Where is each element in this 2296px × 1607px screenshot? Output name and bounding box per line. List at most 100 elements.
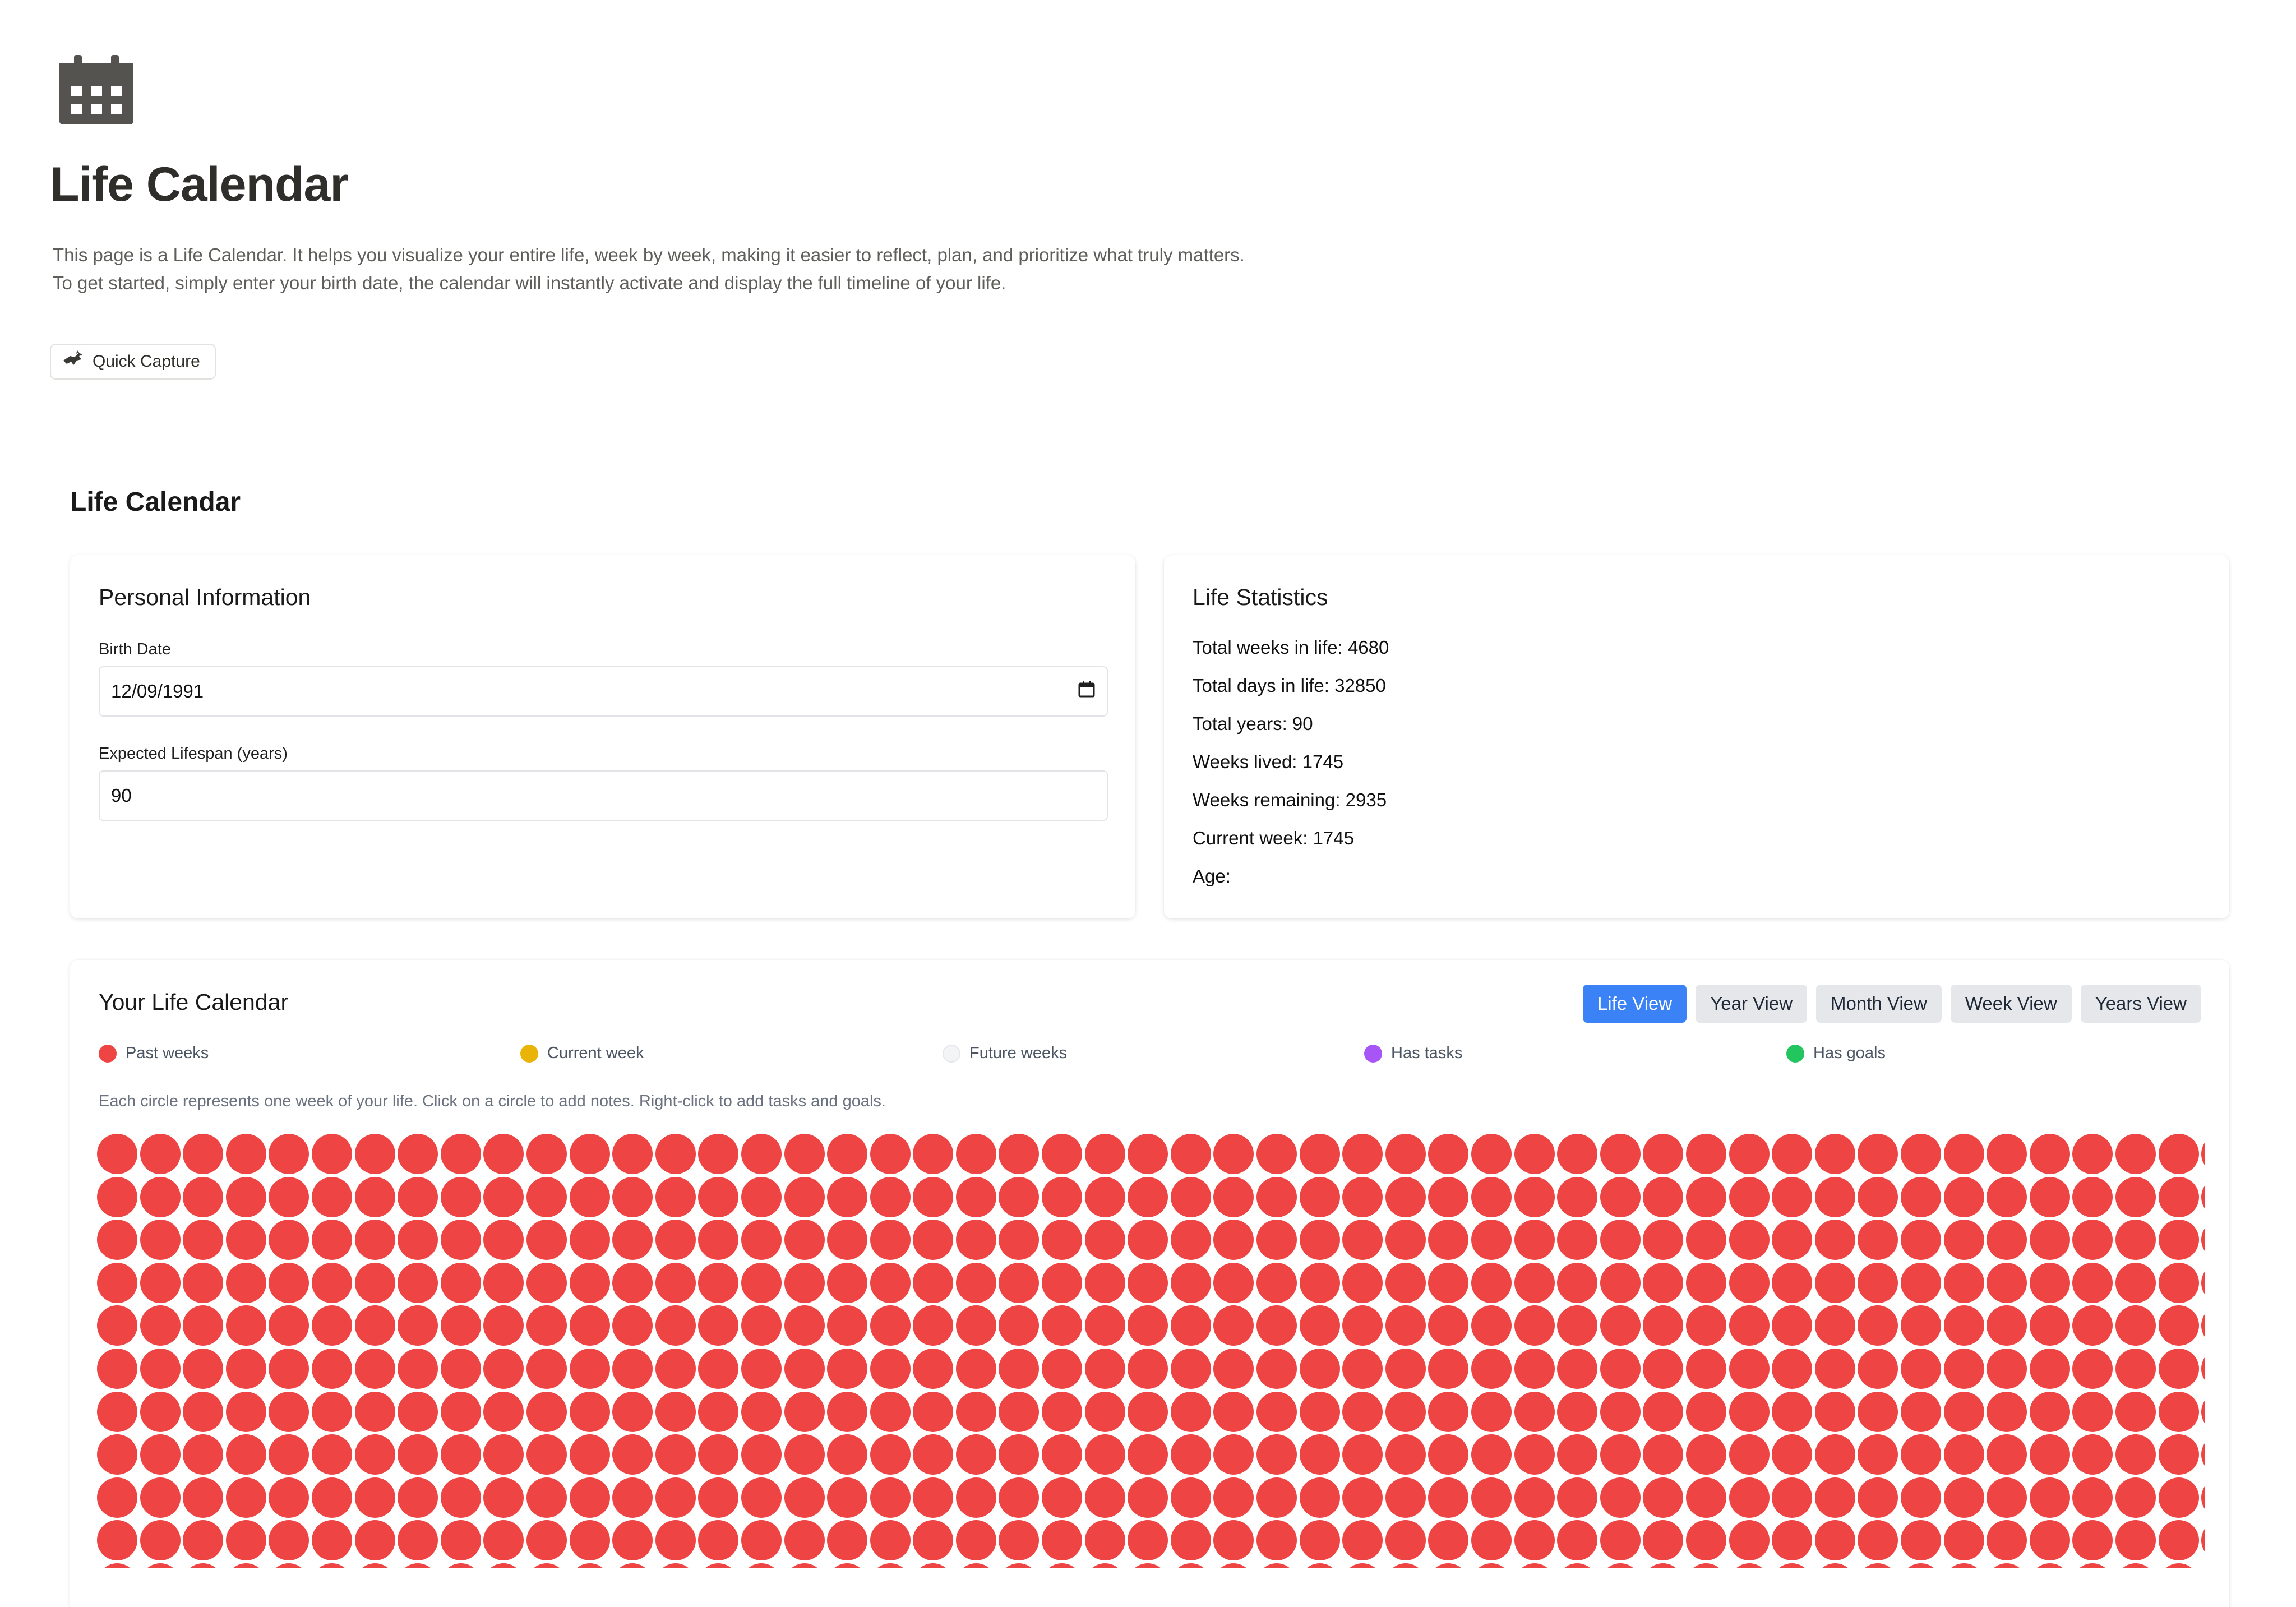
week-circle[interactable] [526, 1176, 567, 1217]
week-circle[interactable] [1514, 1176, 1555, 1217]
week-circle[interactable] [1385, 1134, 1426, 1174]
week-circle[interactable] [1213, 1563, 1254, 1568]
week-circle[interactable] [698, 1176, 739, 1217]
week-circle[interactable] [870, 1262, 911, 1303]
week-circle[interactable] [1170, 1134, 1211, 1174]
week-circle[interactable] [311, 1348, 352, 1389]
week-circle[interactable] [1729, 1434, 1770, 1475]
week-circle[interactable] [1858, 1262, 1898, 1303]
week-circle[interactable] [1557, 1520, 1598, 1561]
week-circle[interactable] [183, 1520, 224, 1561]
week-circle[interactable] [1471, 1391, 1512, 1432]
week-circle[interactable] [1428, 1477, 1469, 1518]
week-circle[interactable] [870, 1220, 911, 1260]
week-circle[interactable] [440, 1176, 481, 1217]
week-circle[interactable] [612, 1520, 653, 1561]
week-circle[interactable] [1685, 1220, 1726, 1260]
week-circle[interactable] [999, 1434, 1040, 1475]
week-circle[interactable] [698, 1520, 739, 1561]
week-circle[interactable] [140, 1262, 181, 1303]
week-circle[interactable] [2158, 1563, 2199, 1568]
week-circle[interactable] [354, 1434, 395, 1475]
week-circle[interactable] [1299, 1305, 1340, 1346]
week-circle[interactable] [440, 1305, 481, 1346]
week-circle[interactable] [999, 1563, 1040, 1568]
week-circle[interactable] [1685, 1134, 1726, 1174]
week-circle[interactable] [1557, 1563, 1598, 1568]
week-circle[interactable] [1685, 1563, 1726, 1568]
week-circle[interactable] [225, 1176, 266, 1217]
week-circle[interactable] [569, 1563, 610, 1568]
week-circle[interactable] [1643, 1134, 1684, 1174]
week-circle[interactable] [2158, 1391, 2199, 1432]
week-circle[interactable] [913, 1305, 954, 1346]
week-circle[interactable] [311, 1434, 352, 1475]
week-circle[interactable] [2029, 1391, 2070, 1432]
week-circle[interactable] [1900, 1434, 1941, 1475]
week-circle[interactable] [698, 1563, 739, 1568]
week-circle[interactable] [354, 1305, 395, 1346]
week-circle[interactable] [655, 1391, 696, 1432]
week-circle[interactable] [1471, 1477, 1512, 1518]
week-circle[interactable] [183, 1563, 224, 1568]
week-circle[interactable] [955, 1305, 996, 1346]
week-circle[interactable] [140, 1477, 181, 1518]
week-circle[interactable] [1342, 1520, 1383, 1561]
week-circle[interactable] [827, 1391, 868, 1432]
week-circle[interactable] [1128, 1305, 1168, 1346]
week-circle[interactable] [140, 1305, 181, 1346]
week-circle[interactable] [1814, 1477, 1855, 1518]
week-circle[interactable] [1643, 1176, 1684, 1217]
week-circle[interactable] [1987, 1134, 2027, 1174]
week-circle[interactable] [311, 1262, 352, 1303]
week-circle[interactable] [1557, 1348, 1598, 1389]
week-circle[interactable] [2158, 1520, 2199, 1561]
week-circle[interactable] [1943, 1305, 1984, 1346]
week-circle[interactable] [1342, 1391, 1383, 1432]
week-circle[interactable] [870, 1348, 911, 1389]
week-circle[interactable] [140, 1176, 181, 1217]
week-circle[interactable] [354, 1220, 395, 1260]
week-circle[interactable] [140, 1391, 181, 1432]
week-circle[interactable] [612, 1134, 653, 1174]
week-circle[interactable] [1858, 1176, 1898, 1217]
week-circle[interactable] [97, 1348, 137, 1389]
week-circle[interactable] [1428, 1305, 1469, 1346]
week-circle[interactable] [1987, 1305, 2027, 1346]
week-circle[interactable] [955, 1391, 996, 1432]
week-circle[interactable] [140, 1220, 181, 1260]
week-circle[interactable] [1084, 1134, 1125, 1174]
week-circle[interactable] [569, 1220, 610, 1260]
week-circle[interactable] [1858, 1220, 1898, 1260]
week-circle[interactable] [655, 1520, 696, 1561]
week-circle[interactable] [913, 1348, 954, 1389]
week-circle[interactable] [1385, 1520, 1426, 1561]
week-circle[interactable] [269, 1305, 309, 1346]
week-circle[interactable] [311, 1305, 352, 1346]
week-circle[interactable] [913, 1220, 954, 1260]
week-circle[interactable] [225, 1262, 266, 1303]
week-circle[interactable] [655, 1477, 696, 1518]
week-circle[interactable] [1299, 1176, 1340, 1217]
week-circle[interactable] [2115, 1520, 2156, 1561]
week-circle[interactable] [1772, 1134, 1813, 1174]
week-circle[interactable] [526, 1220, 567, 1260]
week-circle[interactable] [1600, 1348, 1641, 1389]
week-circle[interactable] [569, 1477, 610, 1518]
week-circle[interactable] [183, 1176, 224, 1217]
week-circle[interactable] [1685, 1305, 1726, 1346]
week-circle[interactable] [569, 1348, 610, 1389]
week-circle[interactable] [97, 1477, 137, 1518]
week-circle[interactable] [1170, 1262, 1211, 1303]
week-circle[interactable] [2029, 1305, 2070, 1346]
week-circle[interactable] [1084, 1305, 1125, 1346]
week-circle[interactable] [1170, 1176, 1211, 1217]
week-circle[interactable] [612, 1563, 653, 1568]
week-circle[interactable] [1170, 1305, 1211, 1346]
week-circle[interactable] [1900, 1563, 1941, 1568]
week-circle[interactable] [440, 1262, 481, 1303]
week-circle[interactable] [1858, 1563, 1898, 1568]
week-circle[interactable] [1600, 1477, 1641, 1518]
week-circle[interactable] [1128, 1220, 1168, 1260]
week-circle[interactable] [1299, 1134, 1340, 1174]
